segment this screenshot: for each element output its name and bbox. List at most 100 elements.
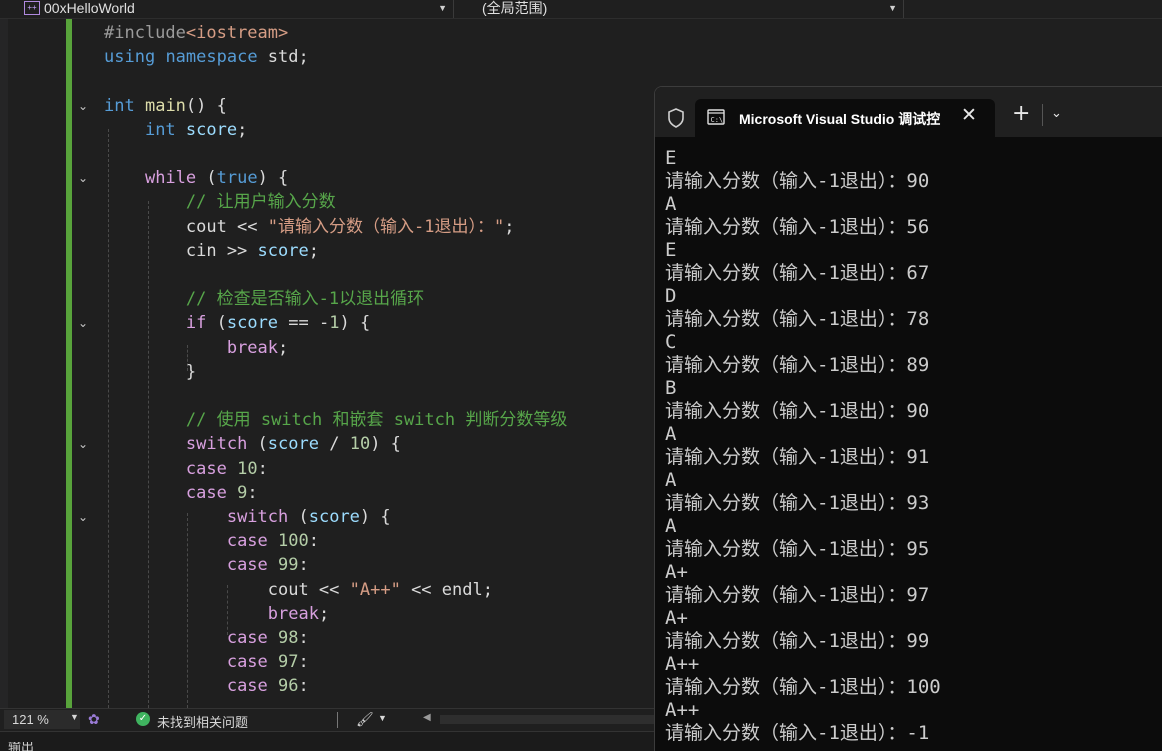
console-line: 请输入分数（输入-1退出）：90 — [665, 170, 930, 192]
console-line: A — [665, 193, 677, 215]
separator — [1042, 104, 1043, 126]
code-token: : — [298, 628, 309, 648]
code-cleanup-icon[interactable]: 🖌 — [356, 711, 374, 728]
code-line[interactable]: } — [104, 360, 196, 384]
code-line[interactable]: switch (score) { — [104, 505, 391, 529]
console-line: A — [665, 469, 677, 491]
code-token: 100 — [278, 531, 309, 552]
code-line[interactable]: if (score == -1) { — [104, 311, 370, 335]
fold-chevron-icon[interactable]: ⌄ — [76, 437, 90, 451]
console-tab[interactable]: C:\ Microsoft Visual Studio 调试控 ✕ — [695, 99, 995, 137]
code-line[interactable]: case 9: — [104, 481, 258, 505]
scroll-left-icon[interactable]: ◀ — [423, 712, 431, 723]
console-line: 请输入分数（输入-1退出）：78 — [665, 308, 930, 330]
code-token: namespace — [165, 47, 258, 68]
output-panel-tab[interactable]: 输出 — [0, 731, 656, 751]
console-line: A+ — [665, 561, 688, 583]
code-token: main — [144, 95, 186, 116]
code-token: ( — [196, 168, 217, 189]
console-line: 请输入分数（输入-1退出）：97 — [665, 584, 930, 606]
code-line[interactable]: break; — [104, 602, 329, 626]
code-line[interactable]: break; — [104, 336, 288, 360]
fold-chevron-icon[interactable]: ⌄ — [76, 316, 90, 330]
console-line: E — [665, 147, 677, 169]
code-token: ) { — [359, 507, 391, 527]
code-line[interactable]: // 检查是否输入-1以退出循环 — [104, 287, 424, 311]
code-line[interactable]: cout << "A++" << endl; — [104, 578, 493, 602]
code-token: == - — [278, 313, 330, 334]
code-token: score — [308, 507, 360, 527]
code-token: using — [104, 47, 156, 68]
fold-chevron-icon[interactable]: ⌄ — [76, 99, 90, 113]
cpp-project-icon: ++ — [24, 1, 40, 15]
console-line: A — [665, 423, 677, 445]
copilot-icon[interactable]: ✿ — [88, 711, 100, 728]
code-token: case — [226, 555, 268, 576]
code-line[interactable]: case 97: — [104, 650, 309, 674]
code-line[interactable]: case 96: — [104, 674, 309, 698]
chevron-down-icon[interactable]: ▼ — [378, 713, 387, 723]
code-token: ( — [288, 507, 309, 527]
console-line: A++ — [665, 653, 700, 675]
code-line[interactable]: int score; — [104, 118, 247, 142]
code-line[interactable]: #include<iostream> — [104, 21, 288, 45]
code-token: std; — [257, 47, 309, 68]
code-line[interactable]: int main() { — [104, 94, 227, 118]
fold-chevron-icon[interactable]: ⌄ — [76, 171, 90, 185]
code-token: 9 — [237, 482, 248, 503]
code-line[interactable]: case 100: — [104, 529, 319, 553]
code-token: cout << — [104, 579, 350, 600]
chevron-down-icon: ▼ — [438, 3, 447, 13]
project-name: 00xHelloWorld — [44, 0, 135, 16]
horizontal-scrollbar[interactable] — [440, 715, 654, 724]
code-token: cout << — [104, 216, 268, 237]
console-line: 请输入分数（输入-1退出）：67 — [665, 262, 930, 284]
code-token: << endl; — [400, 579, 493, 600]
console-line: B — [665, 377, 677, 399]
code-token: case — [185, 482, 227, 503]
code-token: break — [267, 603, 319, 624]
debug-console-window[interactable]: C:\ Microsoft Visual Studio 调试控 ✕ + ⌄ E请… — [654, 86, 1162, 751]
console-line: 请输入分数（输入-1退出）：-1 — [665, 722, 930, 744]
project-dropdown[interactable]: ++ 00xHelloWorld ▼ — [10, 0, 454, 18]
check-circle-icon: ✓ — [136, 712, 150, 726]
console-line: 请输入分数（输入-1退出）：99 — [665, 630, 930, 652]
chevron-down-icon[interactable]: ⌄ — [1051, 105, 1062, 123]
code-line[interactable]: case 98: — [104, 626, 309, 650]
code-line[interactable]: while (true) { — [104, 166, 288, 190]
code-line[interactable]: // 让用户输入分数 — [104, 190, 336, 214]
fold-chevron-icon[interactable]: ⌄ — [76, 510, 90, 524]
code-token: if — [185, 313, 207, 334]
editor-margin — [0, 19, 8, 708]
code-line[interactable]: // 使用 switch 和嵌套 switch 判断分数等级 — [104, 408, 567, 432]
code-line[interactable]: switch (score / 10) { — [104, 432, 401, 456]
zoom-dropdown[interactable]: 121 % ▼ — [4, 710, 80, 729]
issues-status[interactable]: 未找到相关问题 — [157, 712, 248, 731]
scope-dropdown[interactable]: (全局范围) ▼ — [460, 0, 904, 18]
code-token: // 使用 switch 和嵌套 switch 判断分数等级 — [185, 410, 568, 431]
console-line: D — [665, 285, 677, 307]
code-line[interactable]: using namespace std; — [104, 45, 309, 69]
change-tracking-bar — [66, 19, 72, 708]
code-line[interactable]: cout << "请输入分数（输入-1退出）："; — [104, 215, 515, 239]
code-line[interactable]: cin >> score; — [104, 239, 319, 263]
code-token: "A++" — [349, 579, 401, 600]
close-icon[interactable]: ✕ — [961, 105, 977, 125]
code-token: ; — [308, 240, 319, 261]
code-line[interactable]: case 10: — [104, 457, 268, 481]
new-tab-plus-icon[interactable]: + — [1012, 103, 1030, 125]
scope-name: (全局范围) — [482, 0, 548, 16]
code-token: 99 — [278, 555, 299, 576]
code-line[interactable]: case 99: — [104, 553, 309, 577]
